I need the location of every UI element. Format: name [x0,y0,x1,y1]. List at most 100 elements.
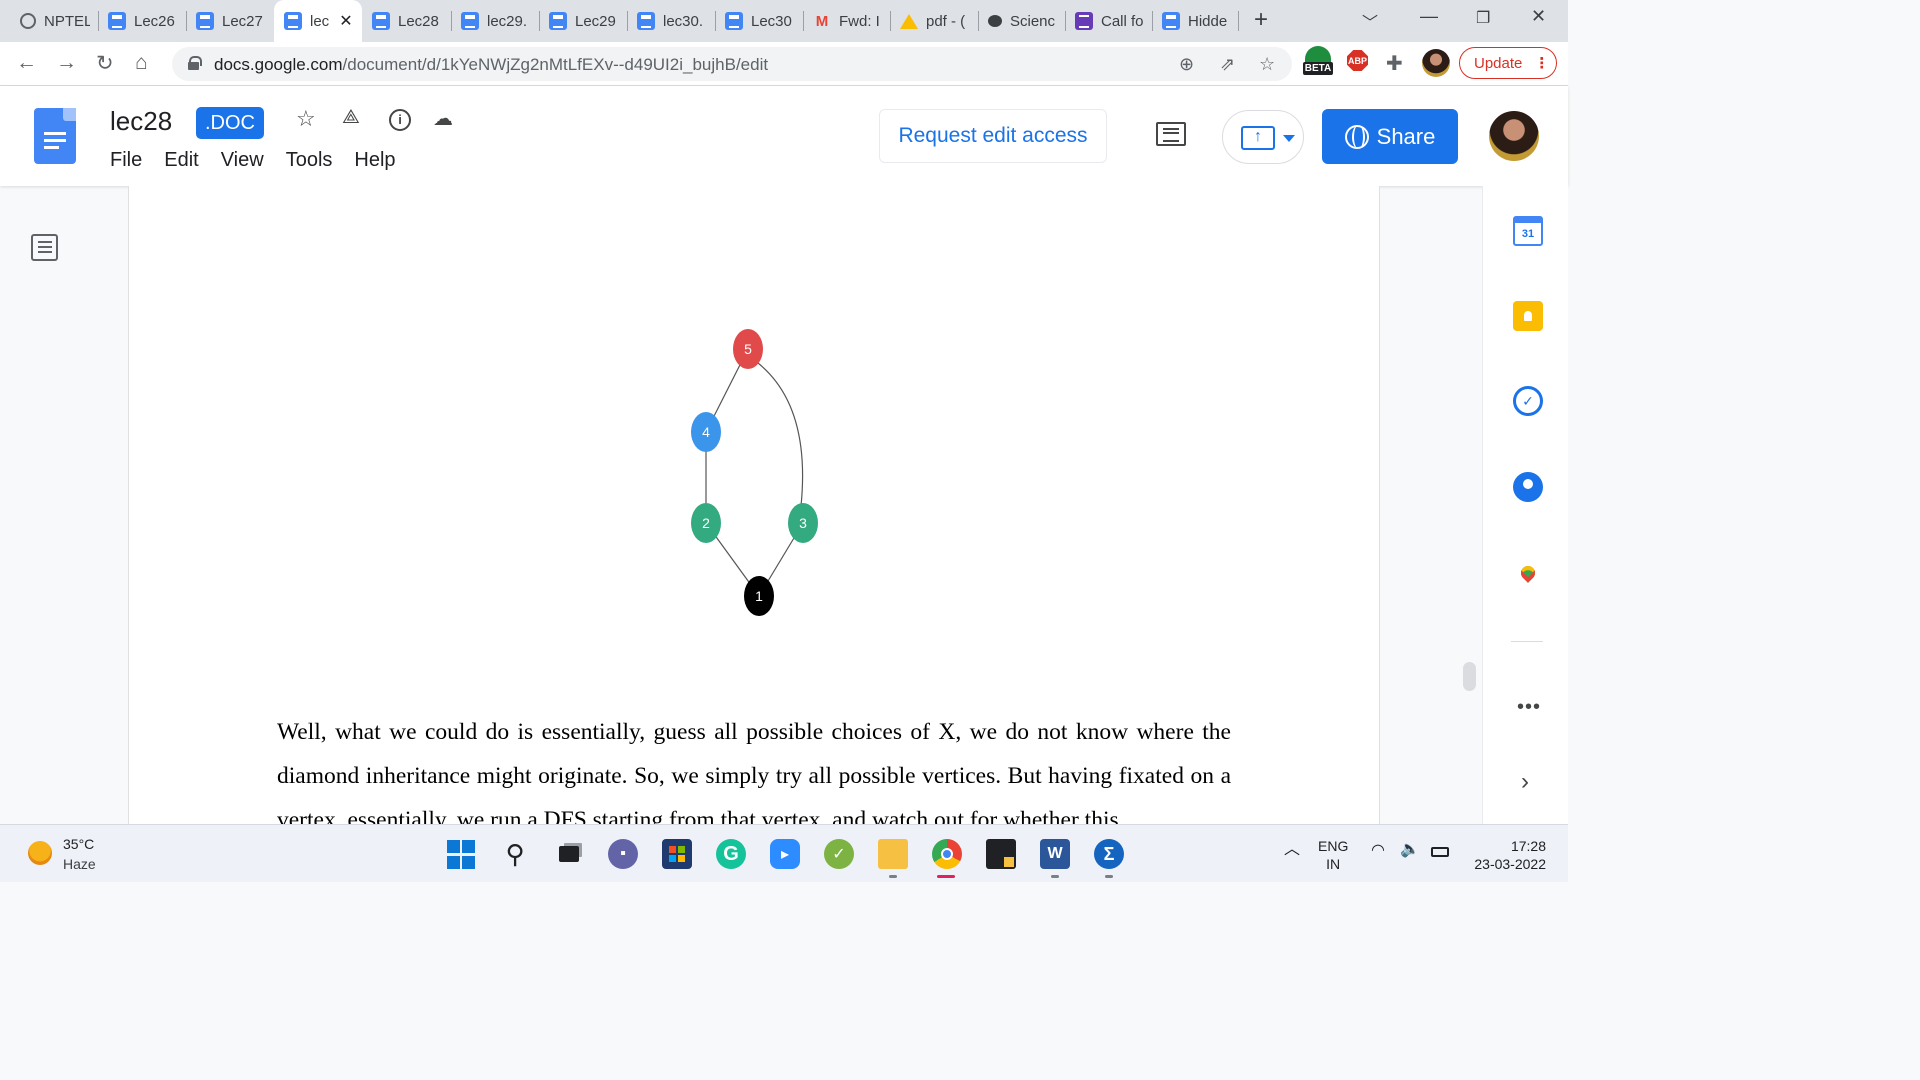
weather-sun-icon[interactable] [28,841,52,865]
word-icon[interactable]: W [1040,839,1070,869]
vertical-scrollbar-thumb[interactable] [1463,662,1476,691]
contacts-icon[interactable] [1513,472,1543,502]
tab-hidden[interactable]: Hidde [1162,6,1230,36]
tab-nptel[interactable]: NPTEL [20,6,90,36]
more-addons-icon[interactable]: ••• [1517,696,1541,719]
request-edit-access-button[interactable]: Request edit access [879,109,1107,163]
docs-icon [725,12,743,30]
home-icon[interactable]: ⌂ [135,51,148,75]
wifi-icon[interactable]: ◠ [1371,842,1385,860]
reload-icon[interactable]: ↻ [96,51,114,76]
docs-icon [284,12,302,30]
tab-lec30a[interactable]: lec30. [637,6,707,36]
menu-edit[interactable]: Edit [164,149,198,172]
forms-icon [1075,12,1093,30]
system-clock[interactable]: 17:28 23-03-2022 [1468,837,1546,873]
sigma-app-icon[interactable]: Σ [1094,839,1124,869]
extensions-puzzle-icon[interactable]: ✚ [1386,51,1403,76]
show-side-panel-chevron-icon[interactable]: › [1521,768,1529,796]
tab-label: lec29. [487,12,528,30]
tab-lec30b[interactable]: Lec30 [725,6,795,36]
restore-icon[interactable]: ❐ [1476,8,1490,28]
tab-label: pdf - ( [926,12,966,30]
account-avatar[interactable] [1489,111,1539,161]
show-hidden-icons-chevron-icon[interactable]: ︿ [1284,841,1300,859]
menu-help[interactable]: Help [354,149,395,172]
close-tab-icon[interactable]: ✕ [339,11,352,31]
file-explorer-icon[interactable] [878,839,908,869]
beta-extension-icon[interactable]: BETA [1303,46,1333,80]
tasks-icon[interactable]: ✓ [1513,386,1543,416]
keep-icon[interactable] [1513,301,1543,331]
running-indicator [1105,875,1113,878]
tab-label: NPTEL [44,12,90,30]
tab-separator [98,11,99,31]
tab-lec28-active[interactable]: lec ✕ [274,0,362,42]
sticky-notes-icon[interactable] [986,839,1016,869]
menu-tools[interactable]: Tools [286,149,333,172]
document-page[interactable]: 5 4 2 3 1 Well, what we could do is essentia… [128,186,1380,824]
update-button[interactable]: Update ⋮ [1459,47,1557,79]
docs-logo-icon[interactable] [34,108,76,164]
globe-icon [20,13,36,29]
tab-separator [186,11,187,31]
tab-lec29b[interactable]: Lec29 [549,6,619,36]
tab-drive[interactable]: pdf - ( [900,6,970,36]
document-details-icon[interactable]: i [389,109,411,131]
search-icon[interactable]: ⚲ [500,839,530,869]
teams-chat-icon[interactable]: ▪ [608,839,638,869]
new-tab-plus-icon[interactable]: + [1254,6,1268,34]
browser-tab-strip: NPTEL Lec26 Lec27 lec ✕ Lec28 lec29. Lec… [0,0,1568,42]
tab-label: Call fo [1101,12,1144,30]
bookmark-star-icon[interactable]: ☆ [1259,54,1275,75]
grammarly-icon[interactable]: G [716,839,746,869]
zoom-video-icon[interactable]: ▸ [770,839,800,869]
document-paragraph[interactable]: Well, what we could do is essentially, g… [277,710,1231,824]
zoom-icon[interactable]: ⊕ [1179,54,1194,75]
tab-search-chevron-icon[interactable]: ﹀ [1362,9,1378,33]
windows-taskbar: 35°C Haze ⚲ ▪ G ▸ ✓ W Σ ︿ ENG IN ◠ 🔈 17:… [0,824,1568,882]
document-outline-icon[interactable] [31,234,58,261]
docs-icon [549,12,567,30]
chrome-profile-avatar[interactable] [1422,49,1450,77]
adblock-extension-icon[interactable]: ABP [1347,50,1368,71]
weather-temperature[interactable]: 35°C [63,836,94,852]
document-title[interactable]: lec28 [110,106,172,137]
close-window-icon[interactable]: ✕ [1531,6,1546,27]
move-to-drive-icon[interactable]: ⟁ [342,106,360,129]
battery-icon[interactable] [1431,843,1449,861]
tab-lec27[interactable]: Lec27 [196,6,266,36]
green-app-icon[interactable]: ✓ [824,839,854,869]
tab-lec28[interactable]: Lec28 [372,6,442,36]
tab-forms[interactable]: Call fo [1075,6,1145,36]
chrome-icon[interactable] [932,839,962,869]
share-page-icon[interactable]: ⇗ [1220,54,1235,75]
back-arrow-icon[interactable]: ← [16,51,37,75]
minimize-icon[interactable]: — [1420,6,1438,27]
tab-science[interactable]: Scienc [988,6,1058,36]
graph-node-label-1: 1 [755,588,763,604]
calendar-icon[interactable]: 31 [1513,216,1543,246]
share-button[interactable]: Share [1322,109,1458,164]
menu-view[interactable]: View [221,149,264,172]
tab-lec26[interactable]: Lec26 [108,6,178,36]
windows-start-icon[interactable] [446,839,476,869]
task-view-icon[interactable] [554,839,584,869]
tab-gmail[interactable]: M Fwd: I [813,6,883,36]
cloud-status-icon[interactable]: ☁ [433,106,453,131]
tab-lec29a[interactable]: lec29. [461,6,531,36]
volume-icon[interactable]: 🔈 [1400,841,1420,859]
forward-arrow-icon[interactable]: → [56,51,77,75]
graph-nodes: 5 4 2 3 1 [691,329,818,616]
tab-separator [890,11,891,31]
weather-description[interactable]: Haze [63,856,96,872]
microsoft-store-icon[interactable] [662,839,692,869]
address-bar[interactable]: docs.google.com/document/d/1kYeNWjZg2nMt… [172,47,1292,81]
language-indicator[interactable]: ENG IN [1318,837,1348,873]
file-type-badge: .DOC [196,107,264,139]
menu-file[interactable]: File [110,149,142,172]
present-button[interactable]: ↑ [1222,110,1304,164]
comment-history-icon[interactable] [1156,122,1186,146]
star-icon[interactable]: ☆ [296,106,316,132]
maps-icon[interactable] [1513,558,1543,588]
